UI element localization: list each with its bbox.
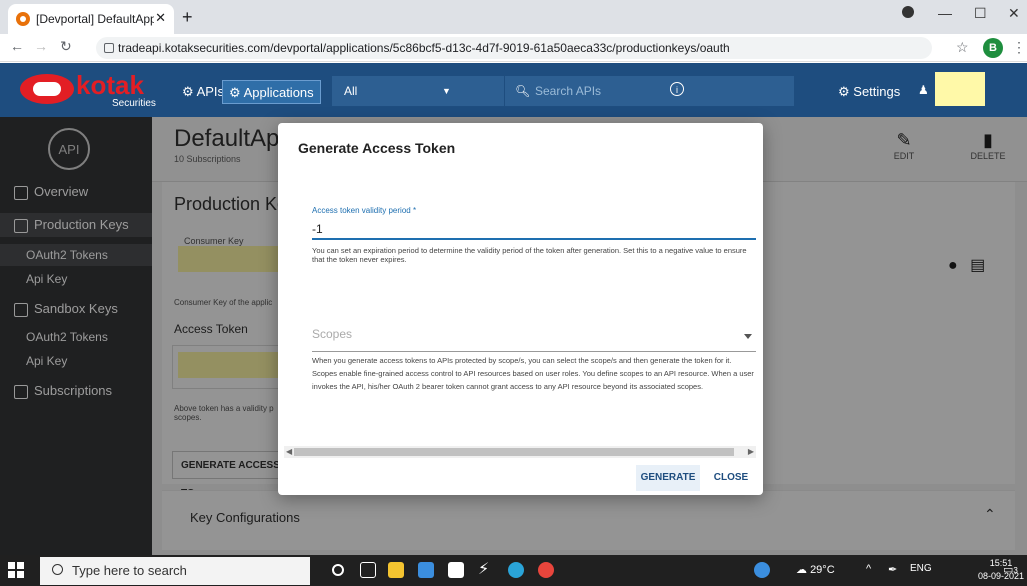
- dropdown-arrow-icon: ▼: [442, 86, 451, 96]
- applications-icon: ⚙: [229, 85, 244, 100]
- scrollbar-thumb[interactable]: [294, 448, 734, 456]
- settings-gear-icon: ⚙: [838, 84, 854, 99]
- reload-icon[interactable]: ↻: [60, 38, 72, 55]
- tray-chevron-icon[interactable]: ^: [866, 563, 871, 575]
- url-text: tradeapi.kotaksecurities.com/devportal/a…: [118, 41, 730, 55]
- scroll-right-icon[interactable]: ▶: [748, 447, 754, 456]
- notification-count: 3: [1013, 566, 1018, 575]
- validity-period-input[interactable]: -1: [312, 220, 756, 240]
- scopes-help: When you generate access tokens to APIs …: [312, 356, 754, 391]
- kotak-logo[interactable]: kotak Securities: [20, 70, 165, 110]
- search-input[interactable]: 🔍︎ Search APIs: [504, 76, 794, 106]
- mail-icon[interactable]: [418, 562, 434, 578]
- browser-menu-icon[interactable]: ⋮: [1012, 39, 1026, 56]
- settings-button[interactable]: ⚙ Settings: [832, 80, 906, 104]
- new-tab-button[interactable]: +: [182, 7, 193, 28]
- store-icon[interactable]: [448, 562, 464, 578]
- extension-icon[interactable]: [902, 6, 914, 18]
- user-icon[interactable]: ♟: [918, 83, 929, 97]
- dialog-title: Generate Access Token: [298, 140, 456, 156]
- search-placeholder: Search APIs: [535, 84, 602, 98]
- search-filter-select[interactable]: All ▼: [332, 76, 504, 106]
- lock-icon: [104, 43, 114, 53]
- bookmark-star-icon[interactable]: ☆: [956, 39, 969, 56]
- taskbar-search-input[interactable]: Type here to search: [40, 557, 310, 585]
- weather-cloud-icon: ☁: [796, 564, 811, 576]
- search-icon: [52, 564, 63, 575]
- redacted-username: [935, 72, 985, 106]
- chrome-icon[interactable]: [538, 562, 554, 578]
- tab-close-icon[interactable]: ✕: [155, 10, 166, 26]
- logo-mark-icon: [20, 74, 74, 104]
- scroll-left-icon[interactable]: ◀: [286, 447, 292, 456]
- horizontal-scrollbar[interactable]: ◀ ▶: [284, 446, 756, 458]
- filter-value: All: [344, 84, 358, 98]
- settings-label: Settings: [853, 84, 901, 99]
- temperature: 29°C: [810, 564, 835, 576]
- back-arrow-icon[interactable]: ←: [10, 38, 24, 54]
- dropdown-arrow-icon: [744, 334, 752, 339]
- favicon-icon: [16, 12, 30, 26]
- scopes-select[interactable]: Scopes: [312, 326, 756, 352]
- profile-avatar[interactable]: B: [983, 38, 1003, 58]
- task-view-icon[interactable]: [360, 562, 376, 578]
- windows-start-icon[interactable]: [8, 562, 24, 578]
- modal-backdrop-sidebar[interactable]: [0, 117, 152, 555]
- generate-token-dialog: [278, 123, 763, 495]
- nav-apis-label: APIs: [196, 84, 225, 99]
- file-explorer-icon[interactable]: [388, 562, 404, 578]
- maximize-button[interactable]: ☐: [974, 5, 987, 22]
- logo-text: kotak: [76, 70, 144, 100]
- generate-button[interactable]: GENERATE: [636, 465, 700, 491]
- info-icon[interactable]: i: [670, 82, 684, 96]
- notifications-button[interactable]: ▭3: [1003, 563, 1018, 576]
- url-field[interactable]: tradeapi.kotaksecurities.com/devportal/a…: [96, 37, 932, 59]
- cortana-icon[interactable]: [332, 564, 344, 576]
- validity-period-label: Access token validity period *: [312, 206, 417, 215]
- pen-icon[interactable]: ✒: [888, 563, 897, 576]
- minimize-button[interactable]: —: [938, 5, 952, 21]
- language-indicator[interactable]: ENG: [910, 563, 932, 574]
- taskbar-search-placeholder: Type here to search: [72, 563, 187, 578]
- weather-widget[interactable]: ☁ 29°C: [796, 563, 835, 576]
- nav-applications-label: Applications: [243, 85, 314, 100]
- edge-icon[interactable]: [508, 562, 524, 578]
- validity-period-help: You can set an expiration period to dete…: [312, 246, 747, 264]
- search-icon: 🔍︎: [515, 84, 531, 98]
- help-icon[interactable]: [754, 562, 770, 578]
- window-close-button[interactable]: ✕: [1008, 5, 1020, 22]
- notification-icon: ▭: [1003, 564, 1014, 576]
- close-button[interactable]: CLOSE: [708, 465, 754, 491]
- scopes-placeholder: Scopes: [312, 327, 353, 341]
- app-bolt-icon[interactable]: ⚡︎: [478, 562, 494, 578]
- logo-subtext: Securities: [112, 98, 156, 109]
- gear-icon: ⚙: [182, 84, 197, 99]
- browser-tab[interactable]: [Devportal] DefaultApplication A ✕: [8, 4, 174, 34]
- forward-arrow-icon[interactable]: →: [34, 38, 48, 54]
- nav-applications[interactable]: ⚙ Applications: [222, 80, 321, 104]
- tab-title: [Devportal] DefaultApplication A: [36, 12, 154, 26]
